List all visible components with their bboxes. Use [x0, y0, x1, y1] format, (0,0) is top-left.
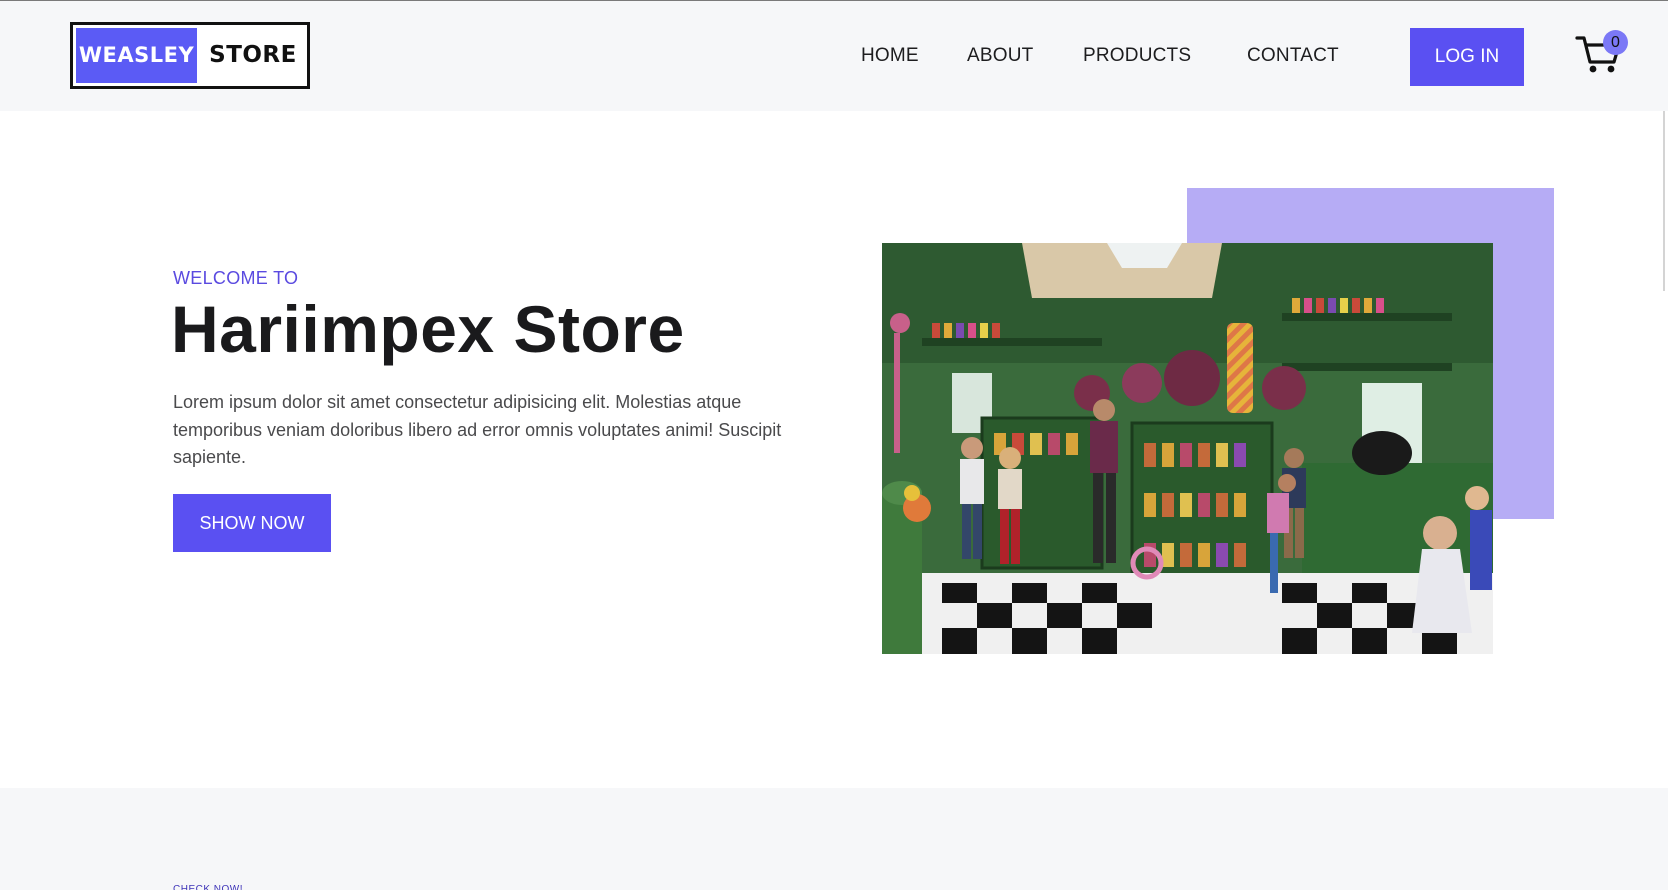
lower-section [0, 788, 1668, 890]
logo-store-block: STORE [209, 42, 297, 68]
hero-eyebrow: WELCOME TO [173, 268, 299, 288]
scrollbar-edge[interactable] [1663, 111, 1665, 291]
hero-title: Hariimpex Store [171, 292, 685, 366]
cart-count-badge: 0 [1603, 30, 1628, 55]
logo-weasley-block: WEASLEY [76, 28, 197, 83]
nav-link-about[interactable]: ABOUT [967, 45, 1033, 67]
store-logo[interactable]: WEASLEY STORE [70, 22, 310, 89]
nav-link-contact[interactable]: CONTACT [1247, 45, 1339, 67]
lower-section-eyebrow: CHECK NOW! [173, 884, 243, 890]
top-navbar: WEASLEY STORE HOME ABOUT PRODUCTS CONTAC… [0, 0, 1668, 111]
login-button[interactable]: LOG IN [1410, 28, 1524, 86]
nav-link-products[interactable]: PRODUCTS [1083, 45, 1191, 67]
nav-link-home[interactable]: HOME [861, 45, 919, 67]
hero-description: Lorem ipsum dolor sit amet consectetur a… [173, 392, 782, 467]
candy-shop-photo [882, 243, 1493, 654]
show-now-button[interactable]: SHOW NOW [173, 494, 331, 552]
